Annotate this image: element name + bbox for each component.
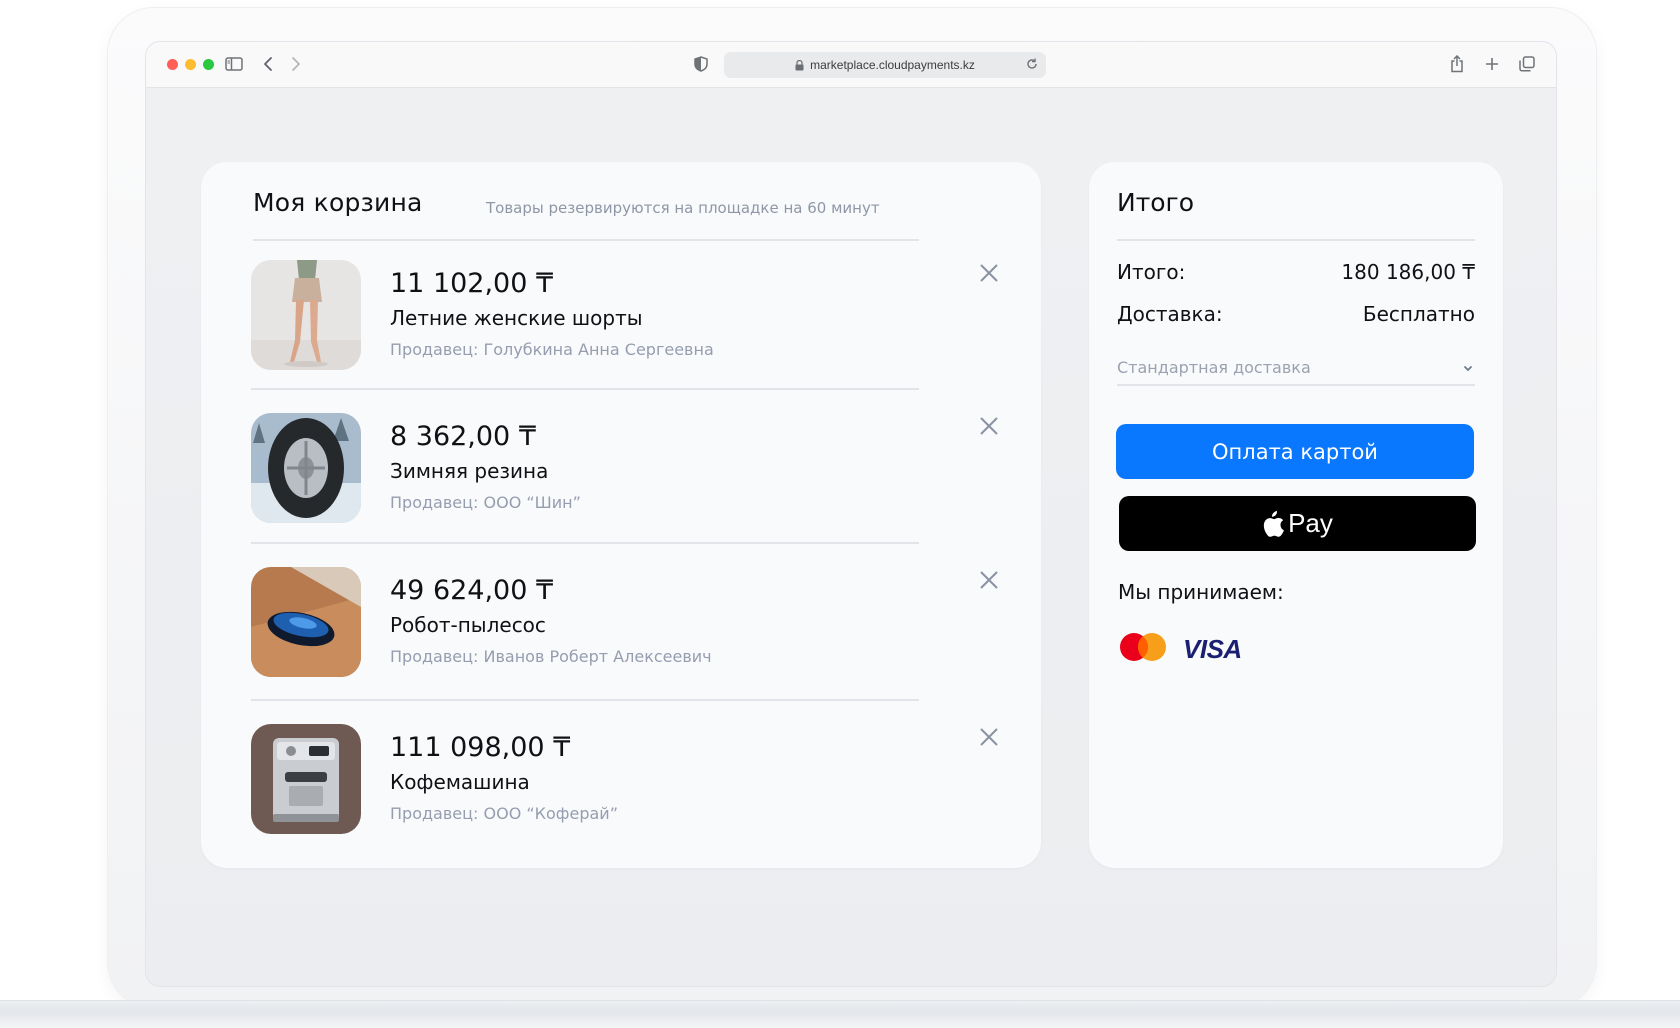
seller-label: Продавец: <box>390 340 479 359</box>
apple-pay-button[interactable]: Pay <box>1119 496 1476 551</box>
accepted-cards-label: Мы принимаем: <box>1118 580 1284 604</box>
maximize-window-button[interactable] <box>203 59 214 70</box>
seller-name[interactable]: ООО “Шин” <box>484 493 581 512</box>
laptop-base <box>0 1000 1680 1028</box>
seller-label: Продавец: <box>390 804 479 823</box>
item-seller: Продавец: ООО “Шин” <box>390 493 581 512</box>
back-arrow-icon[interactable] <box>258 52 278 76</box>
delivery-method-value: Стандартная доставка <box>1117 358 1311 377</box>
item-name[interactable]: Кофемашина <box>390 770 530 794</box>
item-seller: Продавец: Голубкина Анна Сергеевна <box>390 340 714 359</box>
seller-name[interactable]: Голубкина Анна Сергеевна <box>484 340 714 359</box>
item-name[interactable]: Зимняя резина <box>390 459 548 483</box>
item-price: 49 624,00 ₸ <box>390 575 554 606</box>
browser-window: marketplace.cloudpayments.kz Моя корзина… <box>146 42 1556 986</box>
close-icon <box>980 571 998 589</box>
seller-name[interactable]: ООО “Коферай” <box>484 804 618 823</box>
close-icon <box>980 417 998 435</box>
summary-title: Итого <box>1117 188 1194 217</box>
divider <box>251 388 919 390</box>
product-image[interactable] <box>251 567 361 677</box>
remove-item-button[interactable] <box>976 413 1002 439</box>
seller-label: Продавец: <box>390 647 479 666</box>
total-value: 180 186,00 ₸ <box>1341 260 1475 284</box>
pay-by-card-button[interactable]: Оплата картой <box>1116 424 1474 479</box>
chevron-down-icon <box>1463 358 1473 377</box>
order-summary-card: Итого Итого: 180 186,00 ₸ Доставка: Бесп… <box>1089 162 1503 868</box>
close-icon <box>980 728 998 746</box>
remove-item-button[interactable] <box>976 260 1002 286</box>
cart-item: 111 098,00 ₸ Кофемашина Продавец: ООО “К… <box>251 724 1011 874</box>
new-tab-plus-icon[interactable] <box>1481 52 1503 76</box>
forward-arrow-icon[interactable] <box>286 52 306 76</box>
tab-overview-icon[interactable] <box>1516 52 1538 76</box>
item-price: 11 102,00 ₸ <box>390 268 554 299</box>
seller-label: Продавец: <box>390 493 479 512</box>
divider <box>253 239 919 241</box>
address-bar[interactable]: marketplace.cloudpayments.kz <box>724 52 1046 78</box>
lock-icon <box>795 59 804 71</box>
item-name[interactable]: Робот-пылесос <box>390 613 546 637</box>
item-seller: Продавец: Иванов Роберт Алексеевич <box>390 647 712 666</box>
reservation-note: Товары резервируются на площадке на 60 м… <box>486 199 880 217</box>
divider <box>251 542 919 544</box>
sidebar-toggle-icon[interactable] <box>222 52 246 76</box>
close-icon <box>980 264 998 282</box>
apple-pay-label: Pay <box>1288 508 1333 538</box>
product-image[interactable] <box>251 724 361 834</box>
share-icon[interactable] <box>1446 52 1468 76</box>
apple-logo-icon <box>1263 510 1284 537</box>
privacy-shield-icon[interactable] <box>690 52 712 76</box>
cart-title: Моя корзина <box>253 188 423 217</box>
close-window-button[interactable] <box>167 59 178 70</box>
delivery-label: Доставка: <box>1117 302 1223 326</box>
url-text: marketplace.cloudpayments.kz <box>810 58 975 72</box>
visa-logo: VISA <box>1183 634 1242 664</box>
item-price: 111 098,00 ₸ <box>390 732 571 763</box>
cart-card: Моя корзина Товары резервируются на площ… <box>201 162 1041 868</box>
remove-item-button[interactable] <box>976 567 1002 593</box>
seller-name[interactable]: Иванов Роберт Алексеевич <box>484 647 712 666</box>
browser-toolbar: marketplace.cloudpayments.kz <box>146 42 1556 88</box>
reload-icon[interactable] <box>1025 57 1039 71</box>
delivery-method-select[interactable]: Стандартная доставка <box>1117 344 1475 386</box>
remove-item-button[interactable] <box>976 724 1002 750</box>
item-price: 8 362,00 ₸ <box>390 421 536 452</box>
delivery-value: Бесплатно <box>1362 302 1475 326</box>
cart-item: 8 362,00 ₸ Зимняя резина Продавец: ООО “… <box>251 413 1011 563</box>
minimize-window-button[interactable] <box>185 59 196 70</box>
divider <box>251 699 919 701</box>
cart-item: 49 624,00 ₸ Робот-пылесос Продавец: Иван… <box>251 567 1011 717</box>
item-seller: Продавец: ООО “Коферай” <box>390 804 618 823</box>
divider <box>1117 239 1475 241</box>
item-name[interactable]: Летние женские шорты <box>390 306 643 330</box>
product-image[interactable] <box>251 413 361 523</box>
page-content: Моя корзина Товары резервируются на площ… <box>146 88 1556 986</box>
product-image[interactable] <box>251 260 361 370</box>
total-label: Итого: <box>1117 260 1186 284</box>
mastercard-logo-icon <box>1120 633 1166 661</box>
